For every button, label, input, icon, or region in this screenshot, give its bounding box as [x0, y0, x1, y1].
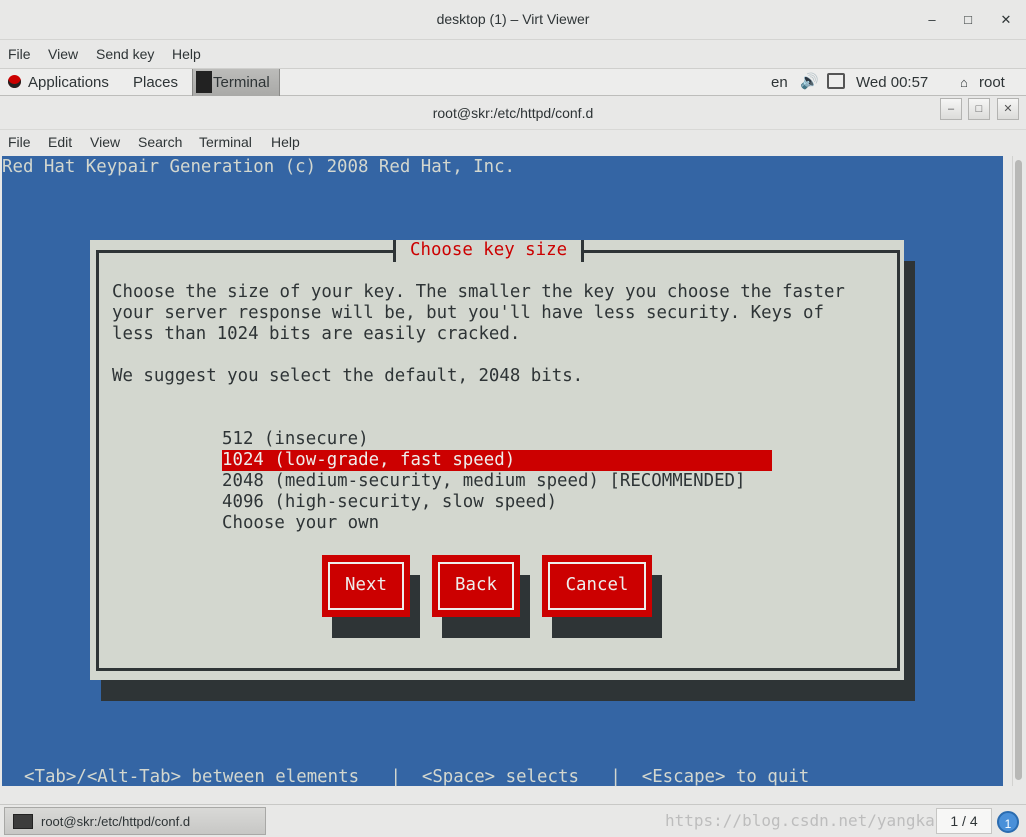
viewer-title: desktop (1) – Virt Viewer [436, 11, 590, 27]
terminal-icon [196, 71, 212, 93]
terminal-screen[interactable]: Red Hat Keypair Generation (c) 2008 Red … [2, 156, 1003, 787]
next-button[interactable]: Next [322, 555, 410, 617]
dialog-suggestion: We suggest you select the default, 2048 … [112, 366, 584, 386]
guest-taskbar: root@skr:/etc/httpd/conf.d https://blog.… [0, 804, 1026, 837]
dialog-text-line: your server response will be, but you'll… [112, 303, 824, 323]
user-icon: ⌂ [960, 75, 968, 90]
terminal-scrollbar[interactable] [1012, 156, 1024, 786]
terminal-menu-edit[interactable]: Edit [48, 134, 72, 150]
next-button-label: Next [328, 562, 404, 610]
key-size-option-2048[interactable]: 2048 (medium-security, medium speed) [RE… [222, 471, 772, 492]
terminal-menu-terminal[interactable]: Terminal [199, 134, 252, 150]
keypair-header: Red Hat Keypair Generation (c) 2008 Red … [2, 157, 516, 177]
back-button[interactable]: Back [432, 555, 520, 617]
dialog-text-line: Choose the size of your key. The smaller… [112, 282, 845, 302]
menu-file[interactable]: File [8, 46, 31, 62]
language-indicator[interactable]: en [771, 74, 788, 91]
back-button-label: Back [438, 562, 514, 610]
maximize-button[interactable]: □ [958, 10, 978, 30]
terminal-minimize-button[interactable]: – [940, 98, 962, 120]
key-size-option-custom[interactable]: Choose your own [222, 513, 772, 534]
redhat-icon [8, 75, 21, 88]
terminal-menubar: File Edit View Search Terminal Help [0, 130, 1026, 156]
terminal-close-button[interactable]: ✕ [997, 98, 1019, 120]
volume-icon[interactable]: 🔊 [800, 72, 819, 90]
notification-icon[interactable]: 1 [997, 811, 1019, 833]
places-menu[interactable]: Places [133, 74, 178, 91]
terminal-menu-search[interactable]: Search [138, 134, 182, 150]
cancel-button-label: Cancel [548, 562, 646, 610]
terminal-title: root@skr:/etc/httpd/conf.d [432, 105, 594, 121]
minimize-button[interactable]: – [922, 10, 942, 30]
cancel-button[interactable]: Cancel [542, 555, 652, 617]
dialog-text-line: less than 1024 bits are easily cracked. [112, 324, 521, 344]
terminal-menu-file[interactable]: File [8, 134, 31, 150]
key-size-option-4096[interactable]: 4096 (high-security, slow speed) [222, 492, 772, 513]
terminal-task-label: Terminal [213, 74, 270, 91]
key-size-option-1024[interactable]: 1024 (low-grade, fast speed) [222, 450, 772, 471]
dialog-title: Choose key size [393, 240, 585, 262]
terminal-maximize-button[interactable]: □ [968, 98, 990, 120]
close-button[interactable]: ✕ [996, 10, 1016, 30]
network-icon[interactable] [827, 73, 845, 89]
terminal-icon [13, 814, 33, 829]
viewer-titlebar: desktop (1) – Virt Viewer – □ ✕ [0, 0, 1026, 40]
terminal-menu-help[interactable]: Help [271, 134, 300, 150]
help-line: <Tab>/<Alt-Tab> between elements | <Spac… [24, 767, 810, 787]
menu-help[interactable]: Help [172, 46, 201, 62]
menu-view[interactable]: View [48, 46, 78, 62]
clock[interactable]: Wed 00:57 [856, 74, 928, 91]
viewer-menubar: File View Send key Help [0, 40, 1026, 68]
applications-menu[interactable]: Applications [28, 74, 109, 91]
terminal-titlebar: root@skr:/etc/httpd/conf.d – □ ✕ [0, 96, 1026, 130]
taskbar-terminal-item[interactable]: root@skr:/etc/httpd/conf.d [4, 807, 266, 835]
menu-send-key[interactable]: Send key [96, 46, 154, 62]
scrollbar-thumb[interactable] [1015, 160, 1022, 780]
taskbar-item-label: root@skr:/etc/httpd/conf.d [41, 814, 191, 829]
user-menu[interactable]: root [979, 74, 1005, 91]
terminal-menu-view[interactable]: View [90, 134, 120, 150]
key-size-option-512[interactable]: 512 (insecure) [222, 429, 772, 450]
terminal-task-button[interactable]: Terminal [192, 69, 280, 96]
key-size-dialog: Choose key size Choose the size of your … [90, 240, 904, 680]
workspace-pager[interactable]: 1 / 4 [936, 808, 992, 834]
watermark: https://blog.csdn.net/yangka [665, 811, 935, 830]
guest-top-panel: Applications Places Terminal en 🔊 Wed 00… [0, 68, 1026, 96]
